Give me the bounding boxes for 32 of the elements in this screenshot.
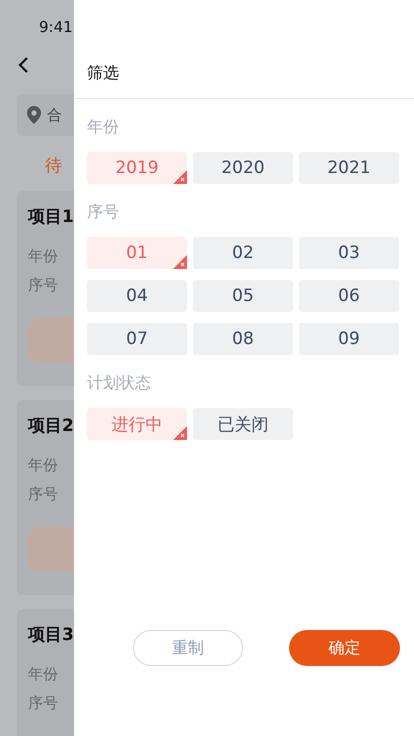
section-label: 序号: [87, 202, 120, 223]
filter-option[interactable]: 02: [193, 237, 293, 269]
field-label: 年份: [28, 246, 59, 267]
filter-option[interactable]: 08: [193, 323, 293, 355]
status-time: 9:41: [39, 18, 74, 36]
filter-option[interactable]: 04: [87, 280, 187, 312]
field-label: 序号: [28, 484, 59, 505]
field-label: 序号: [28, 275, 59, 296]
section-label: 年份: [87, 117, 120, 138]
field-label: 年份: [28, 664, 59, 685]
filter-option[interactable]: 2021: [299, 152, 399, 184]
filter-option[interactable]: 09: [299, 323, 399, 355]
card-title: 项目2: [28, 415, 74, 437]
card-title: 项目3: [28, 624, 74, 646]
filter-option[interactable]: 06: [299, 280, 399, 312]
corner-mark-icon: [173, 255, 187, 269]
filter-option[interactable]: 已关闭: [193, 408, 293, 440]
confirm-button[interactable]: 确定: [289, 630, 400, 666]
corner-mark-icon: [173, 426, 187, 440]
section-label: 计划状态: [87, 373, 152, 394]
field-label: 年份: [28, 455, 59, 476]
filter-option[interactable]: 05: [193, 280, 293, 312]
filter-option[interactable]: 07: [87, 323, 187, 355]
field-label: 序号: [28, 693, 59, 714]
filter-option[interactable]: 2020: [193, 152, 293, 184]
corner-mark-icon: [173, 170, 187, 184]
location-pin-icon: [27, 106, 41, 124]
location-field[interactable]: 合: [17, 94, 74, 136]
filter-option[interactable]: 03: [299, 237, 399, 269]
card-title: 项目1: [28, 206, 74, 228]
back-icon[interactable]: [17, 56, 29, 74]
drawer-title: 筛选: [87, 63, 119, 84]
